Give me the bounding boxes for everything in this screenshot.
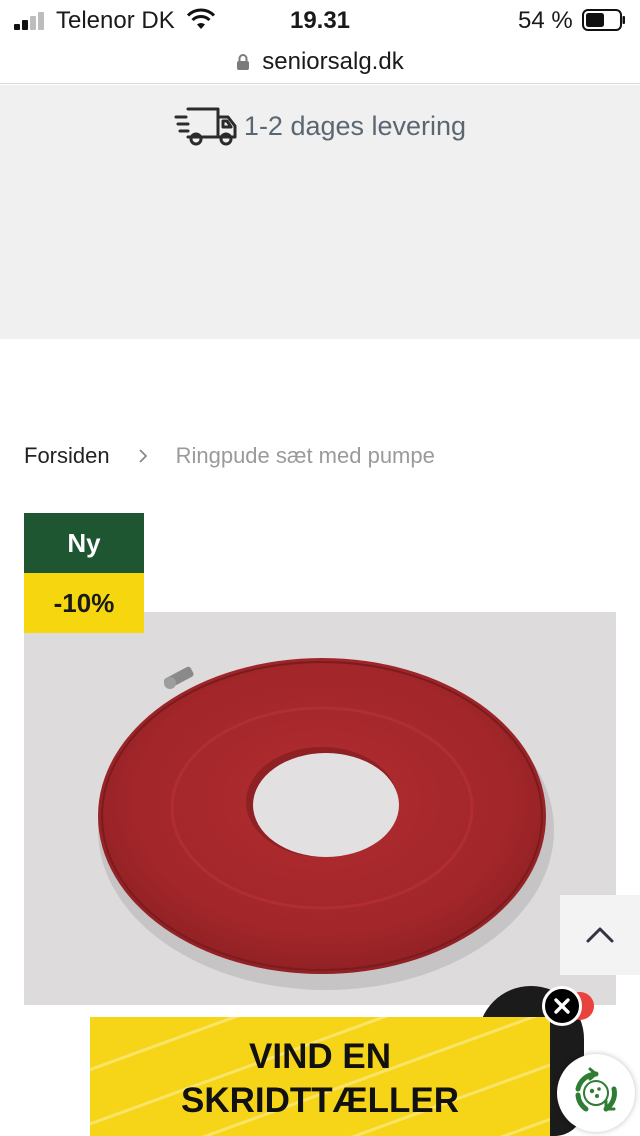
url-bar[interactable]: seniorsalg.dk bbox=[0, 40, 640, 84]
discount-badge: -10% bbox=[24, 573, 144, 633]
new-badge: Ny bbox=[24, 513, 144, 573]
product-image[interactable] bbox=[24, 612, 616, 1005]
promo-line-2: SKRIDTTÆLLER bbox=[180, 1081, 460, 1120]
url-text: seniorsalg.dk bbox=[262, 47, 404, 75]
close-popup-button[interactable] bbox=[542, 986, 582, 1026]
chevron-up-icon bbox=[586, 927, 614, 943]
delivery-truck-icon bbox=[174, 107, 237, 146]
battery-icon bbox=[582, 9, 625, 31]
scroll-to-top-button[interactable] bbox=[560, 895, 640, 975]
promo-banner[interactable]: VIND EN SKRIDTTÆLLER bbox=[90, 1017, 550, 1136]
chevron-right-icon bbox=[138, 449, 147, 463]
recycle-icon bbox=[575, 1067, 617, 1112]
lock-icon bbox=[237, 53, 250, 70]
delivery-info: 1-2 dages levering bbox=[0, 103, 640, 149]
promo-text: VIND EN SKRIDTTÆLLER bbox=[90, 1035, 550, 1123]
breadcrumb: Forsiden Ringpude sæt med pumpe bbox=[24, 438, 435, 474]
status-bar: Telenor DK 19.31 54 % bbox=[0, 0, 640, 40]
delivery-text: 1-2 dages levering bbox=[243, 110, 467, 141]
ring-cushion-illustration bbox=[98, 658, 554, 990]
recycle-badge-button[interactable] bbox=[557, 1054, 635, 1132]
breadcrumb-home-link[interactable]: Forsiden bbox=[24, 443, 110, 469]
promo-line-1: VIND EN bbox=[249, 1037, 391, 1076]
breadcrumb-current: Ringpude sæt med pumpe bbox=[175, 443, 435, 468]
battery-percentage: 54 % bbox=[518, 7, 573, 34]
close-icon bbox=[554, 998, 570, 1014]
delivery-banner: 1-2 dages levering bbox=[0, 85, 640, 339]
